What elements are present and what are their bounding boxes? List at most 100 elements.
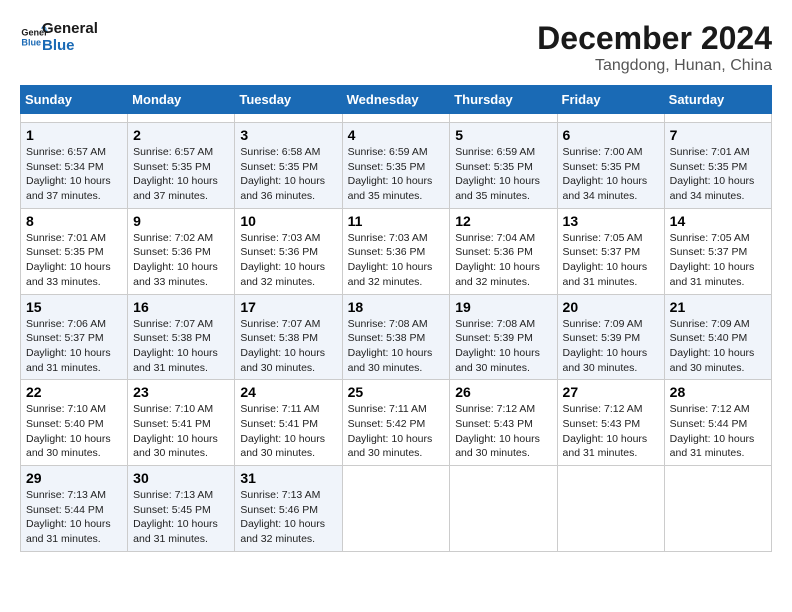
day-number: 7 bbox=[670, 127, 766, 143]
day-info: Sunrise: 7:08 AMSunset: 5:38 PMDaylight:… bbox=[348, 317, 445, 376]
day-info: Sunrise: 7:03 AMSunset: 5:36 PMDaylight:… bbox=[348, 231, 445, 290]
calendar-cell bbox=[664, 114, 771, 123]
calendar-cell: 7 Sunrise: 7:01 AMSunset: 5:35 PMDaylight… bbox=[664, 123, 771, 209]
day-number: 15 bbox=[26, 299, 122, 315]
calendar-week-row: 22Sunrise: 7:10 AMSunset: 5:40 PMDayligh… bbox=[21, 380, 772, 466]
day-number: 19 bbox=[455, 299, 551, 315]
day-number: 6 bbox=[563, 127, 659, 143]
calendar-cell: 3 Sunrise: 6:58 AMSunset: 5:35 PMDaylight… bbox=[235, 123, 342, 209]
logo-line1: General bbox=[42, 20, 98, 37]
calendar-cell: 26Sunrise: 7:12 AMSunset: 5:43 PMDayligh… bbox=[450, 380, 557, 466]
calendar-cell: 30 Sunrise: 7:13 AMSunset: 5:45 PMDayligh… bbox=[128, 466, 235, 552]
calendar-cell: 1 Sunrise: 6:57 AMSunset: 5:34 PMDaylight… bbox=[21, 123, 128, 209]
page-header: General Blue General Blue December 2024 … bbox=[20, 20, 772, 75]
day-number: 3 bbox=[240, 127, 336, 143]
day-info: Sunrise: 7:00 AMSunset: 5:35 PMDaylight:… bbox=[563, 145, 659, 204]
calendar-week-row: 1 Sunrise: 6:57 AMSunset: 5:34 PMDaylight… bbox=[21, 123, 772, 209]
calendar-cell: 18 Sunrise: 7:08 AMSunset: 5:38 PMDayligh… bbox=[342, 294, 450, 380]
day-number: 18 bbox=[348, 299, 445, 315]
day-number: 10 bbox=[240, 213, 336, 229]
calendar-cell: 4Sunrise: 6:59 AMSunset: 5:35 PMDaylight… bbox=[342, 123, 450, 209]
calendar-cell bbox=[450, 466, 557, 552]
calendar-cell: 20Sunrise: 7:09 AMSunset: 5:39 PMDayligh… bbox=[557, 294, 664, 380]
day-number: 27 bbox=[563, 384, 659, 400]
calendar-cell: 21 Sunrise: 7:09 AMSunset: 5:40 PMDayligh… bbox=[664, 294, 771, 380]
calendar-cell: 27 Sunrise: 7:12 AMSunset: 5:43 PMDayligh… bbox=[557, 380, 664, 466]
day-number: 4 bbox=[348, 127, 445, 143]
day-info: Sunrise: 7:11 AMSunset: 5:42 PMDaylight:… bbox=[348, 402, 445, 461]
day-info: Sunrise: 6:58 AMSunset: 5:35 PMDaylight:… bbox=[240, 145, 336, 204]
calendar-cell bbox=[450, 114, 557, 123]
day-info: Sunrise: 7:03 AMSunset: 5:36 PMDaylight:… bbox=[240, 231, 336, 290]
calendar-cell bbox=[342, 466, 450, 552]
calendar-cell bbox=[557, 466, 664, 552]
day-number: 23 bbox=[133, 384, 229, 400]
day-info: Sunrise: 7:12 AMSunset: 5:43 PMDaylight:… bbox=[563, 402, 659, 461]
day-info: Sunrise: 7:05 AMSunset: 5:37 PMDaylight:… bbox=[670, 231, 766, 290]
calendar-week-row bbox=[21, 114, 772, 123]
calendar-cell: 24 Sunrise: 7:11 AMSunset: 5:41 PMDayligh… bbox=[235, 380, 342, 466]
day-number: 14 bbox=[670, 213, 766, 229]
day-number: 13 bbox=[563, 213, 659, 229]
calendar-cell bbox=[235, 114, 342, 123]
calendar-week-row: 15Sunrise: 7:06 AMSunset: 5:37 PMDayligh… bbox=[21, 294, 772, 380]
calendar-cell: 9Sunrise: 7:02 AMSunset: 5:36 PMDaylight… bbox=[128, 208, 235, 294]
calendar-cell: 17 Sunrise: 7:07 AMSunset: 5:38 PMDayligh… bbox=[235, 294, 342, 380]
day-number: 24 bbox=[240, 384, 336, 400]
day-info: Sunrise: 7:09 AMSunset: 5:40 PMDaylight:… bbox=[670, 317, 766, 376]
day-info: Sunrise: 7:13 AMSunset: 5:44 PMDaylight:… bbox=[26, 488, 122, 547]
day-info: Sunrise: 7:01 AMSunset: 5:35 PMDaylight:… bbox=[670, 145, 766, 204]
day-info: Sunrise: 7:12 AMSunset: 5:44 PMDaylight:… bbox=[670, 402, 766, 461]
header-friday: Friday bbox=[557, 86, 664, 114]
day-number: 28 bbox=[670, 384, 766, 400]
day-info: Sunrise: 6:57 AMSunset: 5:35 PMDaylight:… bbox=[133, 145, 229, 204]
day-number: 25 bbox=[348, 384, 445, 400]
day-info: Sunrise: 7:07 AMSunset: 5:38 PMDaylight:… bbox=[240, 317, 336, 376]
title-block: December 2024 Tangdong, Hunan, China bbox=[537, 20, 772, 75]
day-info: Sunrise: 7:09 AMSunset: 5:39 PMDaylight:… bbox=[563, 317, 659, 376]
day-info: Sunrise: 7:11 AMSunset: 5:41 PMDaylight:… bbox=[240, 402, 336, 461]
logo-line2: Blue bbox=[42, 37, 98, 54]
header-saturday: Saturday bbox=[664, 86, 771, 114]
page-title: December 2024 bbox=[537, 20, 772, 57]
calendar-cell: 28 Sunrise: 7:12 AMSunset: 5:44 PMDayligh… bbox=[664, 380, 771, 466]
calendar-week-row: 8Sunrise: 7:01 AMSunset: 5:35 PMDaylight… bbox=[21, 208, 772, 294]
calendar-cell: 8Sunrise: 7:01 AMSunset: 5:35 PMDaylight… bbox=[21, 208, 128, 294]
day-number: 11 bbox=[348, 213, 445, 229]
calendar-cell: 15Sunrise: 7:06 AMSunset: 5:37 PMDayligh… bbox=[21, 294, 128, 380]
day-number: 16 bbox=[133, 299, 229, 315]
calendar-cell: 2 Sunrise: 6:57 AMSunset: 5:35 PMDaylight… bbox=[128, 123, 235, 209]
day-info: Sunrise: 7:12 AMSunset: 5:43 PMDaylight:… bbox=[455, 402, 551, 461]
day-info: Sunrise: 6:57 AMSunset: 5:34 PMDaylight:… bbox=[26, 145, 122, 204]
header-wednesday: Wednesday bbox=[342, 86, 450, 114]
day-info: Sunrise: 6:59 AMSunset: 5:35 PMDaylight:… bbox=[455, 145, 551, 204]
day-info: Sunrise: 7:13 AMSunset: 5:45 PMDaylight:… bbox=[133, 488, 229, 547]
day-number: 12 bbox=[455, 213, 551, 229]
logo: General Blue General Blue bbox=[20, 20, 98, 54]
calendar-cell: 22Sunrise: 7:10 AMSunset: 5:40 PMDayligh… bbox=[21, 380, 128, 466]
calendar-cell bbox=[557, 114, 664, 123]
calendar-cell: 16Sunrise: 7:07 AMSunset: 5:38 PMDayligh… bbox=[128, 294, 235, 380]
calendar-cell: 12Sunrise: 7:04 AMSunset: 5:36 PMDayligh… bbox=[450, 208, 557, 294]
day-info: Sunrise: 7:02 AMSunset: 5:36 PMDaylight:… bbox=[133, 231, 229, 290]
day-number: 5 bbox=[455, 127, 551, 143]
calendar-cell: 11 Sunrise: 7:03 AMSunset: 5:36 PMDayligh… bbox=[342, 208, 450, 294]
day-number: 17 bbox=[240, 299, 336, 315]
day-number: 30 bbox=[133, 470, 229, 486]
calendar-cell bbox=[128, 114, 235, 123]
day-info: Sunrise: 7:05 AMSunset: 5:37 PMDaylight:… bbox=[563, 231, 659, 290]
calendar-week-row: 29Sunrise: 7:13 AMSunset: 5:44 PMDayligh… bbox=[21, 466, 772, 552]
calendar-cell: 25 Sunrise: 7:11 AMSunset: 5:42 PMDayligh… bbox=[342, 380, 450, 466]
header-thursday: Thursday bbox=[450, 86, 557, 114]
day-info: Sunrise: 7:10 AMSunset: 5:41 PMDaylight:… bbox=[133, 402, 229, 461]
page-subtitle: Tangdong, Hunan, China bbox=[537, 57, 772, 75]
header-tuesday: Tuesday bbox=[235, 86, 342, 114]
calendar-cell: 19Sunrise: 7:08 AMSunset: 5:39 PMDayligh… bbox=[450, 294, 557, 380]
calendar-cell bbox=[664, 466, 771, 552]
calendar-cell: 31Sunrise: 7:13 AMSunset: 5:46 PMDayligh… bbox=[235, 466, 342, 552]
day-number: 21 bbox=[670, 299, 766, 315]
calendar-cell: 14 Sunrise: 7:05 AMSunset: 5:37 PMDayligh… bbox=[664, 208, 771, 294]
day-number: 2 bbox=[133, 127, 229, 143]
calendar-cell bbox=[342, 114, 450, 123]
day-number: 1 bbox=[26, 127, 122, 143]
